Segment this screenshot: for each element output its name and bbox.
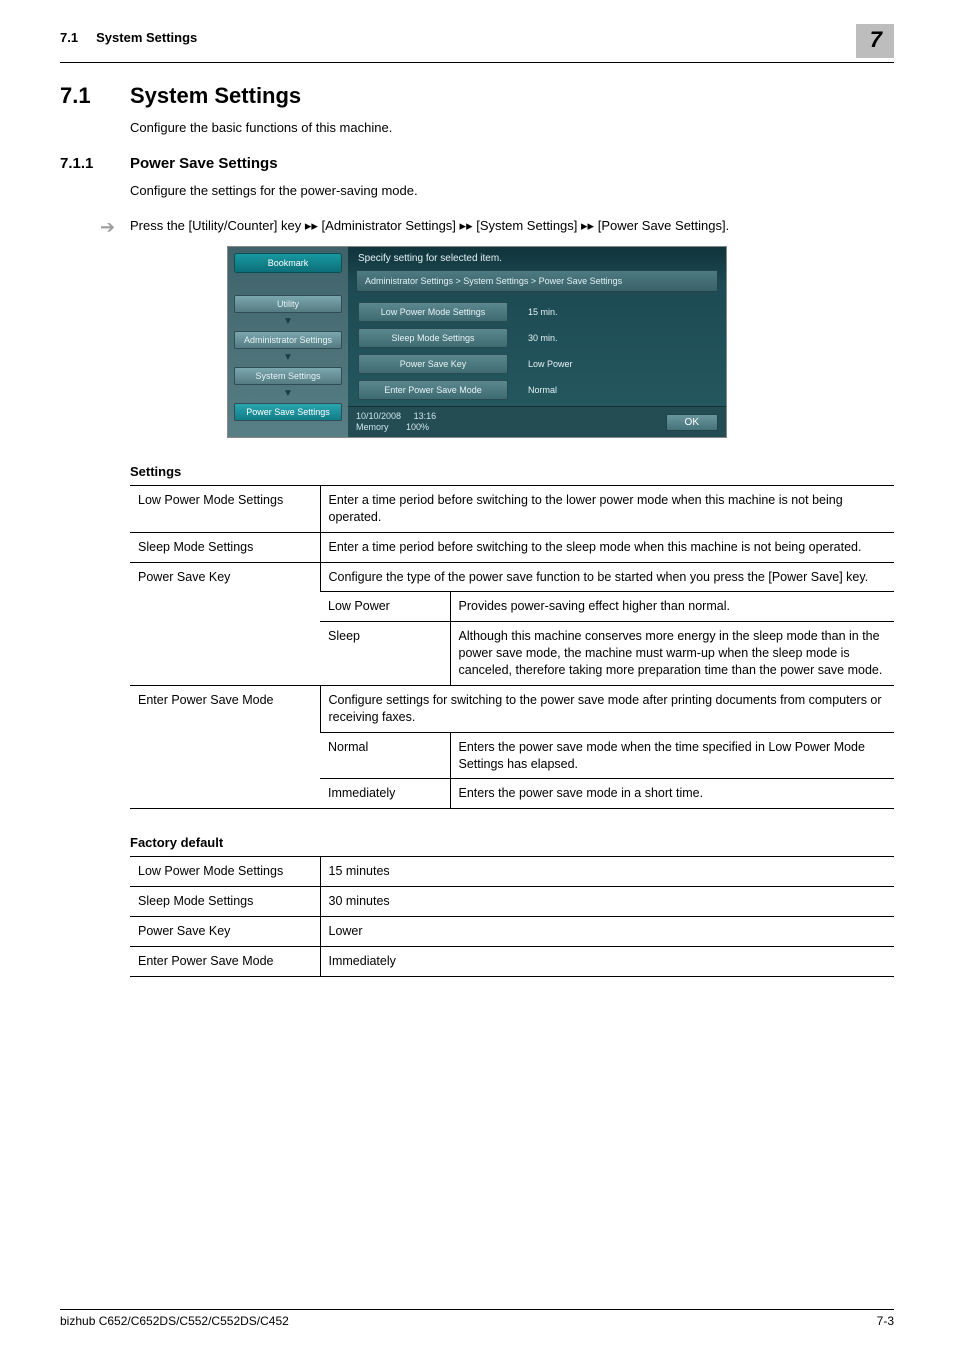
h2-number: 7.1.1 [60,155,130,172]
setting-desc: Enter a time period before switching to … [320,532,894,562]
bookmark-button[interactable]: Bookmark [234,253,342,273]
settings-table: Low Power Mode Settings Enter a time per… [130,485,894,809]
chevron-down-icon: ▼ [234,353,342,363]
setting-button-lowpower[interactable]: Low Power Mode Settings [358,302,508,322]
setting-value: 30 min. [528,333,558,343]
step-prefix: Press the [Utility/Counter] key [130,218,305,233]
setting-button-pskey[interactable]: Power Save Key [358,354,508,374]
factory-name: Enter Power Save Mode [130,946,320,976]
setting-value: Normal [528,385,557,395]
setting-button-sleep[interactable]: Sleep Mode Settings [358,328,508,348]
device-sidebar: Bookmark Utility ▼ Administrator Setting… [228,247,348,437]
setting-name: Sleep Mode Settings [130,532,320,562]
setting-option-name: Normal [320,732,450,779]
device-instruction: Specify setting for selected item. [348,247,726,268]
status-memory-label: Memory [356,422,389,432]
setting-option-desc: Enters the power save mode when the time… [450,732,894,779]
setting-option-name: Immediately [320,779,450,809]
step-seg-1: [Administrator Settings] [322,218,456,233]
right-arrow-icon: ➔ [100,217,130,236]
status-time: 13:16 [414,411,437,421]
running-header: 7.1 System Settings 7 [60,30,894,63]
setting-name: Low Power Mode Settings [130,485,320,532]
setting-option-name: Sleep [320,622,450,686]
step-seg-3: [Power Save Settings]. [598,218,730,233]
sidebar-item-powersave[interactable]: Power Save Settings [234,403,342,421]
h1-number: 7.1 [60,83,130,109]
nav-arrow-icon: ▸▸ [581,219,594,234]
h1-title: System Settings [130,83,301,109]
nav-arrow-icon: ▸▸ [460,219,473,234]
setting-option-desc: Enters the power save mode in a short ti… [450,779,894,809]
chevron-down-icon: ▼ [234,389,342,399]
factory-table-title: Factory default [130,835,894,850]
h2-title: Power Save Settings [130,155,278,172]
chapter-number-box: 7 [856,24,894,58]
setting-desc: Enter a time period before switching to … [320,485,894,532]
chevron-down-icon: ▼ [234,317,342,327]
factory-default-table: Low Power Mode Settings 15 minutes Sleep… [130,856,894,977]
step-seg-2: [System Settings] [476,218,577,233]
factory-name: Sleep Mode Settings [130,887,320,917]
page-footer: bizhub C652/C652DS/C552/C552DS/C452 7-3 [60,1309,894,1328]
setting-value: 15 min. [528,307,558,317]
settings-table-title: Settings [130,464,894,479]
procedure-step: ➔ Press the [Utility/Counter] key ▸▸ [Ad… [100,217,894,236]
device-statusbar: 10/10/2008 13:16 Memory 100% OK [348,406,726,437]
factory-value: 30 minutes [320,887,894,917]
setting-option-name: Low Power [320,592,450,622]
device-breadcrumb: Administrator Settings > System Settings… [356,270,718,292]
setting-value: Low Power [528,359,573,369]
setting-button-enterps[interactable]: Enter Power Save Mode [358,380,508,400]
sidebar-item-utility[interactable]: Utility [234,295,342,313]
setting-desc: Configure the type of the power save fun… [320,562,894,592]
setting-desc: Configure settings for switching to the … [320,685,894,732]
setting-option-desc: Although this machine conserves more ene… [450,622,894,686]
device-panel: Bookmark Utility ▼ Administrator Setting… [227,246,727,438]
footer-model: bizhub C652/C652DS/C552/C552DS/C452 [60,1314,289,1328]
factory-value: 15 minutes [320,857,894,887]
setting-name: Enter Power Save Mode [130,685,320,808]
sidebar-item-system[interactable]: System Settings [234,367,342,385]
factory-value: Immediately [320,946,894,976]
status-date: 10/10/2008 [356,411,401,421]
footer-page-number: 7-3 [877,1314,894,1328]
factory-name: Low Power Mode Settings [130,857,320,887]
setting-option-desc: Provides power-saving effect higher than… [450,592,894,622]
sidebar-item-admin[interactable]: Administrator Settings [234,331,342,349]
nav-arrow-icon: ▸▸ [305,219,318,234]
header-section-ref: 7.1 [60,30,78,45]
factory-name: Power Save Key [130,917,320,947]
factory-value: Lower [320,917,894,947]
header-section-name: System Settings [96,30,197,45]
ok-button[interactable]: OK [666,414,718,431]
setting-name: Power Save Key [130,562,320,685]
h1-intro: Configure the basic functions of this ma… [130,119,894,137]
status-memory-value: 100% [406,422,429,432]
h2-intro: Configure the settings for the power-sav… [130,182,894,200]
